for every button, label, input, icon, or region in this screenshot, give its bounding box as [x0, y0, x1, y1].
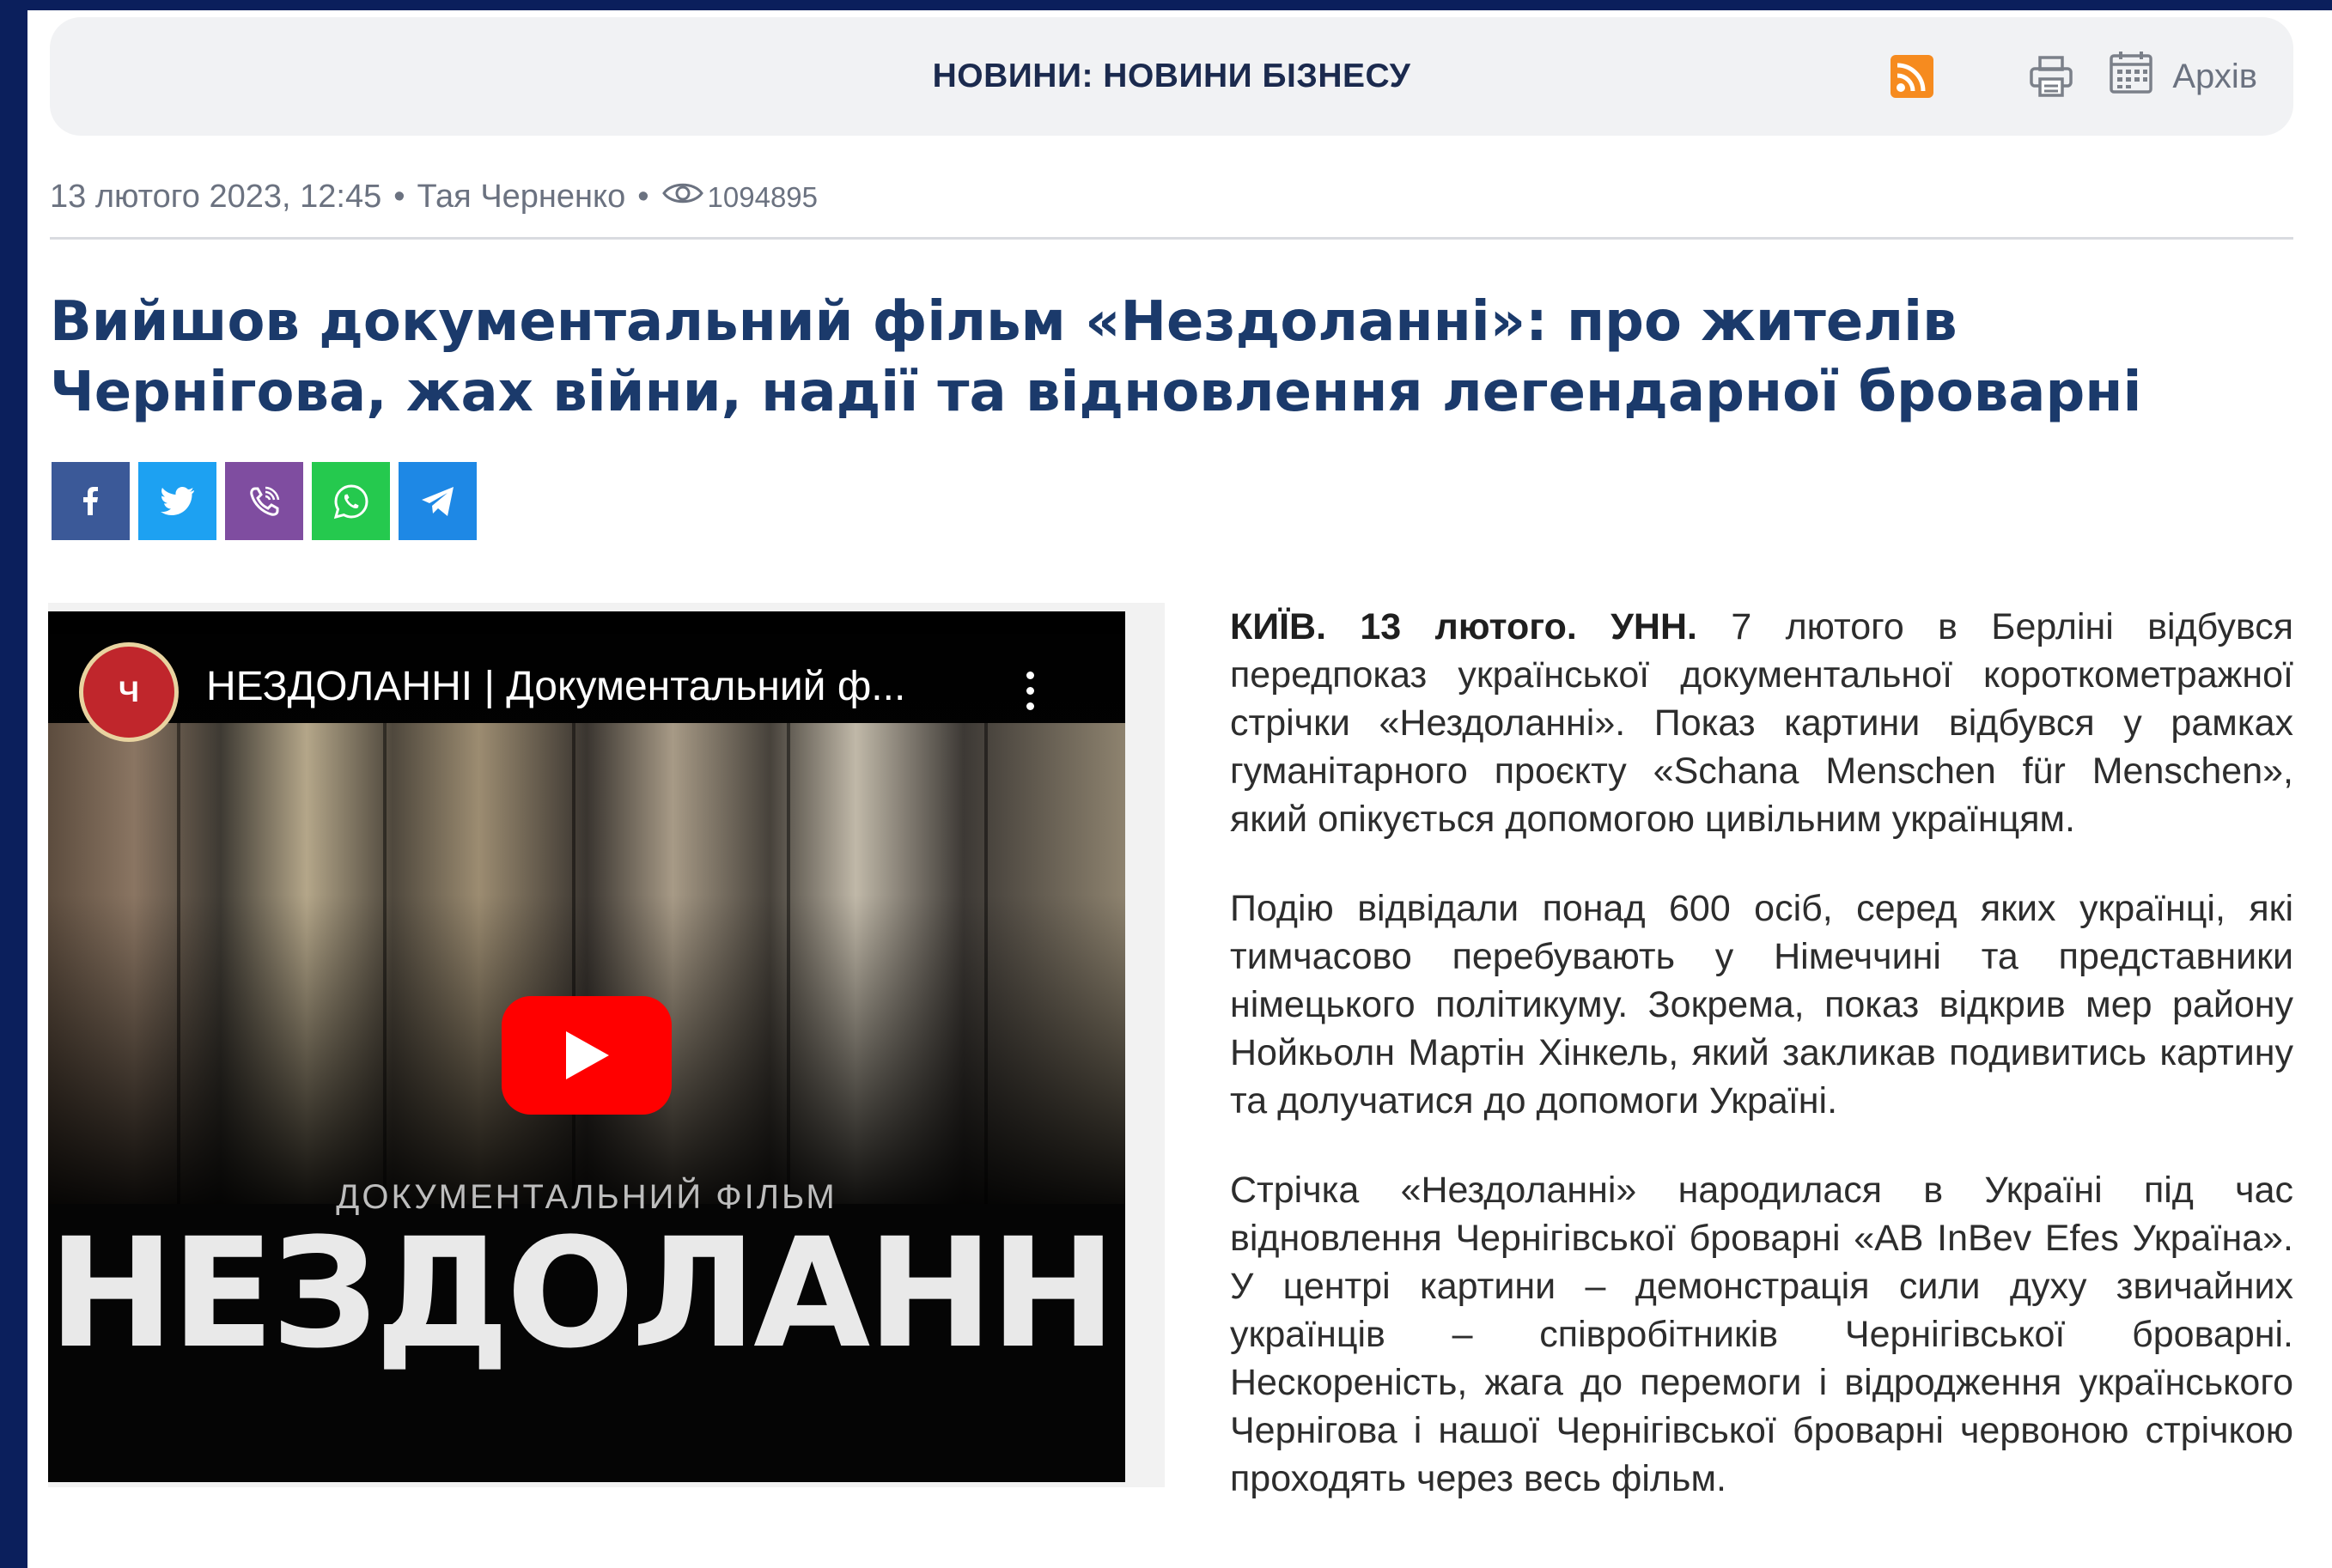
viber-icon	[249, 486, 279, 516]
paragraph: Стрічка «Нездоланні» народилася в Україн…	[1230, 1170, 2293, 1499]
video-thumbnail	[48, 723, 1125, 1204]
twitter-icon	[160, 486, 194, 515]
article-title: Вийшов документальний фільм «Нездоланні»…	[50, 290, 2142, 424]
facebook-icon	[82, 486, 98, 515]
video-embed[interactable]: Ч НЕЗДОЛАННІ | Документальний ф... ДОКУМ…	[48, 603, 1165, 1487]
header-tools: Архів	[1891, 17, 2257, 136]
rss-icon[interactable]	[1891, 55, 1934, 98]
article-body: КИЇВ. 13 лютого. УНН. 7 лютого в Берліні…	[1230, 603, 2293, 1544]
section-header-bar: НОВИНИ: НОВИНИ БІЗНЕСУ Архів	[50, 17, 2293, 136]
archive-link[interactable]: Архів	[2109, 50, 2257, 103]
film-name: НЕЗДОЛАННІ	[48, 1206, 1125, 1382]
dateline: КИЇВ. 13 лютого. УНН.	[1230, 606, 1697, 647]
paragraph: Подію відвідали понад 600 осіб, серед як…	[1230, 888, 2293, 1121]
play-icon	[566, 1031, 609, 1079]
view-count: 1094895	[707, 180, 819, 213]
share-facebook-button[interactable]	[52, 462, 130, 540]
video-player[interactable]: Ч НЕЗДОЛАННІ | Документальний ф... ДОКУМ…	[48, 611, 1125, 1482]
telegram-icon	[421, 486, 454, 516]
meta-separator: •	[637, 179, 649, 215]
whatsapp-icon	[333, 483, 368, 519]
archive-label: Архів	[2172, 57, 2257, 95]
play-button[interactable]	[502, 996, 672, 1115]
eye-icon	[661, 179, 704, 216]
video-title[interactable]: НЕЗДОЛАННІ | Документальний ф...	[206, 663, 979, 710]
news-page: НОВИНИ: НОВИНИ БІЗНЕСУ Архів 13 лютого 2…	[27, 10, 2332, 1568]
more-options-icon[interactable]	[1024, 672, 1036, 718]
share-viber-button[interactable]	[225, 462, 303, 540]
share-buttons	[52, 462, 477, 540]
meta-separator: •	[393, 179, 405, 215]
calendar-icon	[2109, 50, 2153, 103]
share-telegram-button[interactable]	[399, 462, 477, 540]
divider	[50, 237, 2293, 240]
share-twitter-button[interactable]	[138, 462, 216, 540]
channel-logo-text: Ч	[119, 675, 139, 708]
publish-datetime: 13 лютого 2023, 12:45	[50, 179, 382, 215]
article-meta: 13 лютого 2023, 12:45 • Тая Черненко • 1…	[50, 179, 818, 216]
print-icon[interactable]	[2028, 55, 2074, 98]
channel-avatar[interactable]: Ч	[79, 642, 179, 742]
share-whatsapp-button[interactable]	[312, 462, 390, 540]
paragraph: КИЇВ. 13 лютого. УНН. 7 лютого в Берліні…	[1230, 603, 2293, 843]
author-link[interactable]: Тая Черненко	[417, 179, 626, 216]
